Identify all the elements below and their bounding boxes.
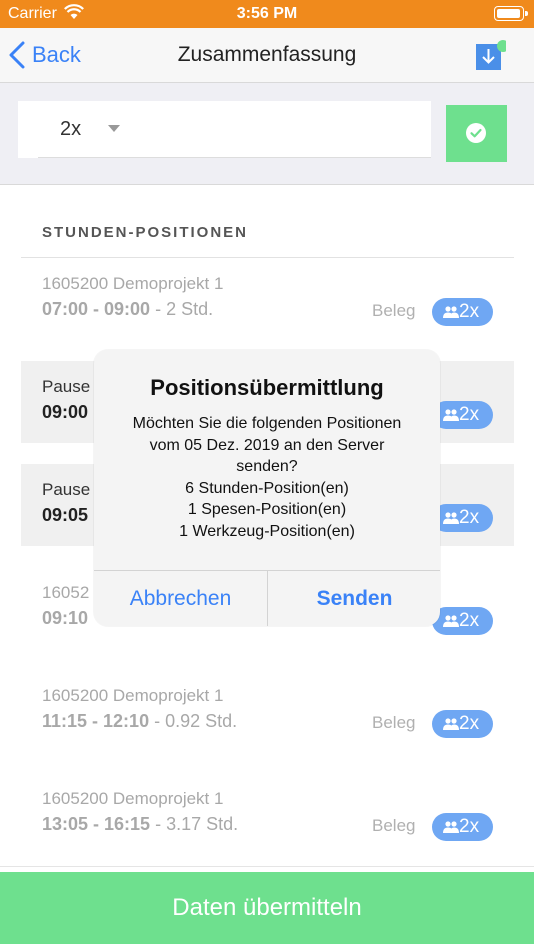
alert-title: Positionsübermittlung bbox=[150, 375, 384, 400]
battery-icon bbox=[494, 6, 528, 21]
time-range: 07:00 - 09:00 - 2 Std. bbox=[42, 299, 214, 319]
time-range: 11:15 - 12:10 - 0.92 Std. bbox=[42, 711, 238, 731]
alert-dialog: Positionsübermittlung Möchten Sie die fo… bbox=[94, 350, 440, 626]
project-label: 1605200 Demoprojekt 1 bbox=[42, 686, 224, 705]
count-badge[interactable]: 2x bbox=[432, 401, 493, 429]
people-icon bbox=[443, 615, 459, 627]
select-value: 2x bbox=[60, 118, 82, 140]
count-select[interactable]: 2x bbox=[18, 101, 431, 158]
section-header: STUNDEN-POSITIONEN bbox=[42, 224, 249, 241]
count-badge[interactable]: 2x bbox=[432, 607, 493, 635]
people-icon bbox=[443, 512, 459, 524]
people-icon bbox=[443, 718, 459, 730]
people-icon bbox=[443, 306, 459, 318]
cancel-button[interactable]: Abbrechen bbox=[94, 571, 267, 626]
select-underline bbox=[38, 157, 431, 158]
caret-down-icon bbox=[108, 125, 120, 132]
beleg-label: Beleg bbox=[372, 816, 416, 835]
project-label: 16052 bbox=[42, 583, 90, 602]
count-badge[interactable]: 2x bbox=[432, 504, 493, 532]
navigation-bar: Back Zusammenfassung bbox=[0, 28, 534, 83]
check-circle-icon bbox=[466, 123, 486, 143]
send-button[interactable]: Senden bbox=[268, 571, 440, 626]
project-label: 1605200 Demoprojekt 1 bbox=[42, 789, 224, 808]
time-range: 09:05 bbox=[42, 505, 89, 525]
list-item[interactable]: 1605200 Demoprojekt 1 13:05 - 16:15 - 3.… bbox=[21, 773, 514, 855]
people-icon bbox=[443, 821, 459, 833]
confirm-button[interactable] bbox=[446, 105, 507, 162]
status-bar: Carrier 3:56 PM bbox=[0, 0, 534, 28]
project-label: Pause bbox=[42, 480, 91, 499]
beleg-label: Beleg bbox=[372, 713, 416, 732]
project-label: Pause bbox=[42, 377, 91, 396]
count-badge[interactable]: 2x bbox=[432, 298, 493, 326]
filter-area: 2x bbox=[0, 83, 534, 185]
status-time: 3:56 PM bbox=[236, 5, 298, 22]
page-title: Zusammenfassung bbox=[177, 43, 357, 66]
count-badge[interactable]: 2x bbox=[432, 710, 493, 738]
count-badge[interactable]: 2x bbox=[432, 813, 493, 841]
alert-message: Möchten Sie die folgenden Positionen vom… bbox=[132, 415, 402, 540]
submit-data-button[interactable]: Daten übermitteln bbox=[0, 872, 534, 944]
beleg-label: Beleg bbox=[372, 301, 416, 320]
list-item[interactable]: 1605200 Demoprojekt 1 07:00 - 09:00 - 2 … bbox=[21, 258, 514, 340]
project-label: 1605200 Demoprojekt 1 bbox=[42, 274, 224, 293]
list-item[interactable]: 1605200 Demoprojekt 1 11:15 - 12:10 - 0.… bbox=[21, 670, 514, 752]
people-icon bbox=[443, 409, 459, 421]
time-range: 09:00 bbox=[42, 402, 89, 422]
time-range: 13:05 - 16:15 - 3.17 Std. bbox=[42, 814, 239, 834]
time-range: 09:10 bbox=[42, 608, 89, 628]
download-icon[interactable] bbox=[476, 40, 506, 70]
divider bbox=[0, 866, 534, 867]
